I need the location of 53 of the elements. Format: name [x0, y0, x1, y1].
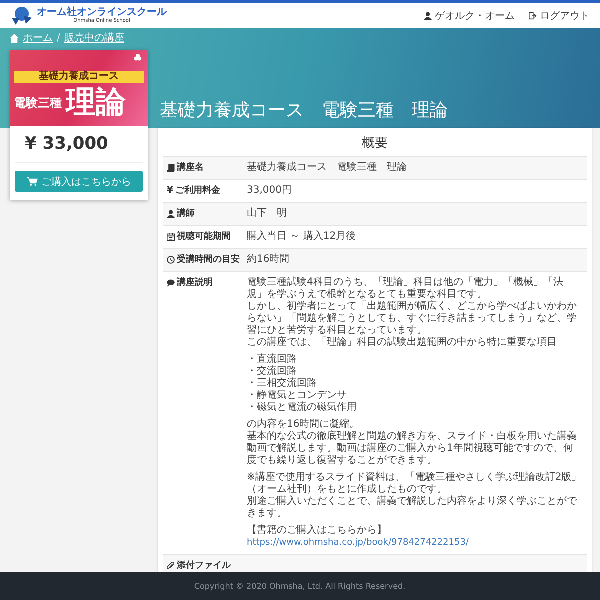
row-label: 講師 [177, 208, 195, 220]
description-text: 電験三種試験4科目のうち、「理論」科目は他の「電力」「機械」「法規」を学ぶうえで根幹となるとても重要な科目です。 [247, 277, 564, 300]
logo-title: オーム社オンラインスクール [37, 7, 167, 18]
topic-list-item: ・磁気と電流の磁気作用 [247, 402, 358, 414]
thumbnail-subject: 理論 [66, 86, 126, 120]
row-label: ご利用料金 [175, 185, 220, 197]
overview-heading: 概要 [361, 135, 389, 152]
description-text: 基本的な公式の徹底理解と問題の解き方を、スライド・白板を用いた講義動画で解説します。動画は講座のご購入から1年間視聴可能ですので、何度でも繰り返し復習することができます。 [247, 431, 578, 467]
user-icon [167, 210, 175, 218]
row-label: 講座説明 [177, 277, 213, 289]
row-value: 山下 明 [247, 208, 287, 220]
row-label: 視聴可能期間 [177, 231, 231, 243]
book-link[interactable]: https://www.ohmsha.co.jp/book/9784274222153/ [247, 537, 583, 549]
thumbnail-series: 基礎力養成コース [14, 71, 144, 83]
logo-icon [134, 54, 142, 62]
topic-list-item: ・交流回路 [247, 366, 298, 378]
clock-icon [167, 256, 175, 264]
yen-icon: ¥ [167, 185, 174, 197]
user-icon [424, 12, 432, 20]
description-text: ※講座で使用するスライド資料は、「電験三種やさしく学ぶ理論改訂2版」（オーム社刊）をもとに作成したものです。 [247, 472, 583, 496]
breadcrumb-link[interactable]: 販売中の講座 [64, 31, 124, 45]
calendar-icon [167, 233, 175, 241]
topic-list-item: ・直流回路 [247, 354, 298, 366]
topic-list-item: ・三相交流回路 [247, 378, 318, 390]
logout-icon [529, 12, 537, 20]
user-link[interactable]: ゲオルク・オーム [424, 8, 515, 22]
row-label: 添付ファイル [177, 560, 231, 572]
row-value: 基礎力養成コース 電験三種 理論 [247, 162, 407, 174]
breadcrumb-link[interactable]: ホーム [23, 31, 53, 45]
home-icon [10, 34, 19, 42]
book-icon [167, 164, 175, 172]
price: ¥ 33,000 [15, 126, 143, 163]
row-value: 購入当日 ～ 購入12月後 [247, 231, 356, 243]
buy-button[interactable]: ご購入はこちらから [15, 171, 143, 192]
row-value: 約16時間 [247, 254, 290, 266]
logo-icon [10, 6, 34, 26]
comment-icon [167, 279, 175, 287]
thumbnail-exam: 電験三種 [14, 94, 62, 112]
description-text: しかし、初学者にとって「出題範囲が幅広く、どこから学べばよいかわからない」「問題を解こうとしても、すぐに行き詰まってしまう」など、学習にひと苦労する科目となっています。 [247, 301, 578, 336]
topic-list-item: ・静電気とコンデンサ [247, 390, 348, 402]
paperclip-icon [167, 562, 175, 570]
copyright-text: Copyright © 2020 Ohmsha, Ltd. All Rights Reserved. [194, 582, 406, 590]
row-value: 33,000円 [247, 185, 292, 197]
row-label: 講座名 [177, 162, 204, 174]
logout-link[interactable]: ログアウト [529, 8, 590, 22]
course-title: 基礎力養成コース 電験三種 理論 [160, 99, 449, 122]
description-text: この講座では、「理論」科目の試験出題範囲の中から特に重要な項目 [247, 337, 558, 349]
row-label: 受講時間の目安 [177, 254, 240, 266]
cart-icon [26, 177, 38, 186]
description-text: の内容を16時間に凝縮。 [247, 419, 361, 430]
description-text: 別途ご購入いただくことで、講義で解説した内容をより深く学ぶことができます。 [247, 496, 578, 520]
breadcrumb-separator: / [57, 32, 60, 44]
description-text: 【書籍のご購入はこちらから】 [247, 525, 388, 537]
